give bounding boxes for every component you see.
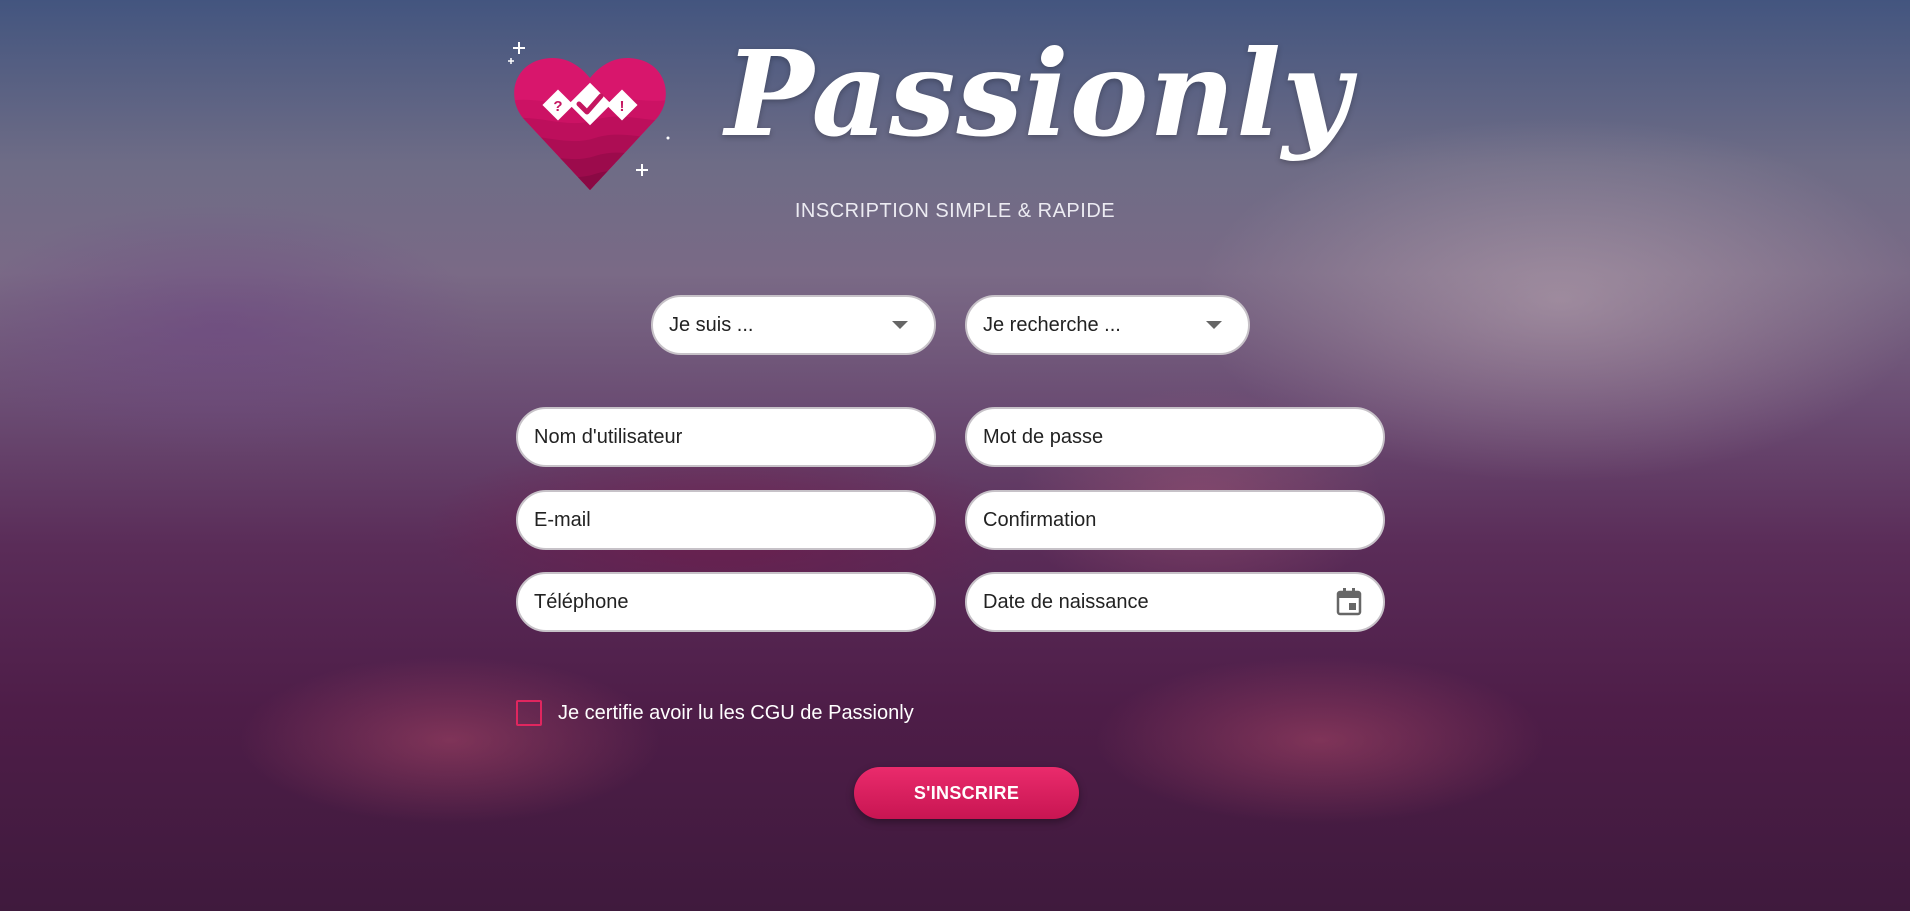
username-field[interactable]: Nom d'utilisateur [516, 407, 936, 467]
password-placeholder: Mot de passe [983, 425, 1104, 448]
brand-name: Passionly [725, 24, 1352, 163]
tagline: INSCRIPTION SIMPLE & RAPIDE [794, 200, 1116, 222]
signup-button[interactable]: S'INSCRIRE [854, 767, 1079, 819]
chevron-down-icon [1206, 321, 1222, 329]
svg-text:!: ! [620, 98, 625, 115]
svg-text:?: ? [553, 98, 562, 115]
password-field[interactable]: Mot de passe [965, 407, 1385, 467]
gender-select-value: Je suis ... [669, 313, 754, 336]
phone-placeholder: Téléphone [534, 590, 629, 613]
birthdate-placeholder: Date de naissance [983, 590, 1149, 613]
chevron-down-icon [892, 321, 908, 329]
gender-select[interactable]: Je suis ... [651, 295, 936, 355]
seeking-select[interactable]: Je recherche ... [965, 295, 1250, 355]
username-placeholder: Nom d'utilisateur [534, 425, 683, 448]
terms-row: Je certifie avoir lu les CGU de Passionl… [516, 700, 914, 726]
confirmation-placeholder: Confirmation [983, 508, 1097, 531]
email-field[interactable]: E-mail [516, 490, 936, 550]
birthdate-field[interactable]: Date de naissance [965, 572, 1385, 632]
seeking-select-value: Je recherche ... [983, 313, 1121, 336]
phone-field[interactable]: Téléphone [516, 572, 936, 632]
terms-label[interactable]: Je certifie avoir lu les CGU de Passionl… [558, 702, 914, 725]
heart-logo-icon: ? ! [508, 42, 670, 190]
calendar-icon[interactable] [1335, 587, 1363, 617]
terms-checkbox[interactable] [516, 700, 542, 726]
confirmation-field[interactable]: Confirmation [965, 490, 1385, 550]
email-placeholder: E-mail [534, 508, 591, 531]
